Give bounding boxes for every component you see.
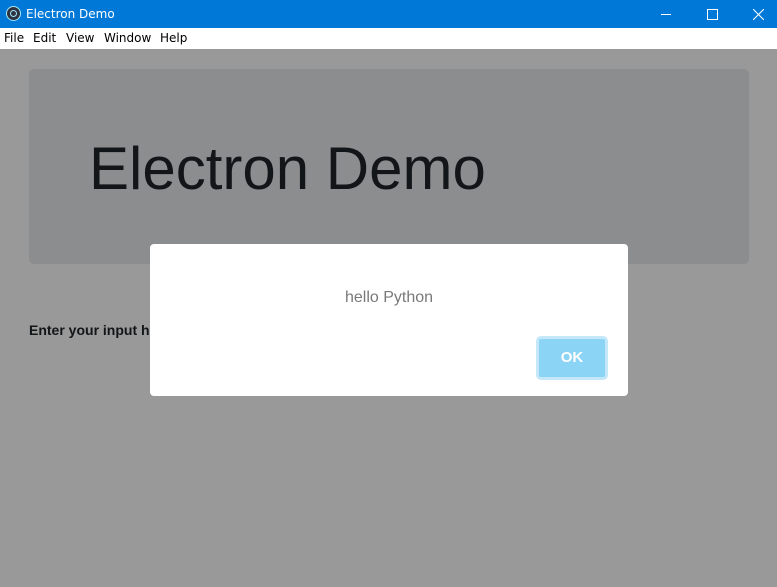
dialog-message: hello Python (344, 289, 434, 306)
maximize-button[interactable] (689, 0, 735, 28)
app-window: Electron Demo File Edit View Window Help (0, 0, 777, 587)
title-bar[interactable]: Electron Demo (0, 0, 777, 28)
menu-edit[interactable]: Edit (33, 31, 56, 46)
window-title: Electron Demo (26, 7, 115, 21)
alert-dialog: hello Python OK (150, 244, 628, 396)
maximize-icon (707, 9, 718, 20)
menu-window[interactable]: Window (104, 31, 151, 46)
ok-button[interactable]: OK (536, 336, 608, 380)
close-button[interactable] (735, 0, 777, 28)
minimize-icon (661, 14, 671, 15)
menu-file[interactable]: File (4, 31, 24, 46)
minimize-button[interactable] (643, 0, 689, 28)
menu-help[interactable]: Help (160, 31, 187, 46)
menu-bar: File Edit View Window Help (0, 28, 777, 49)
menu-view[interactable]: View (66, 31, 94, 46)
electron-icon (6, 6, 21, 21)
close-icon (753, 9, 764, 20)
